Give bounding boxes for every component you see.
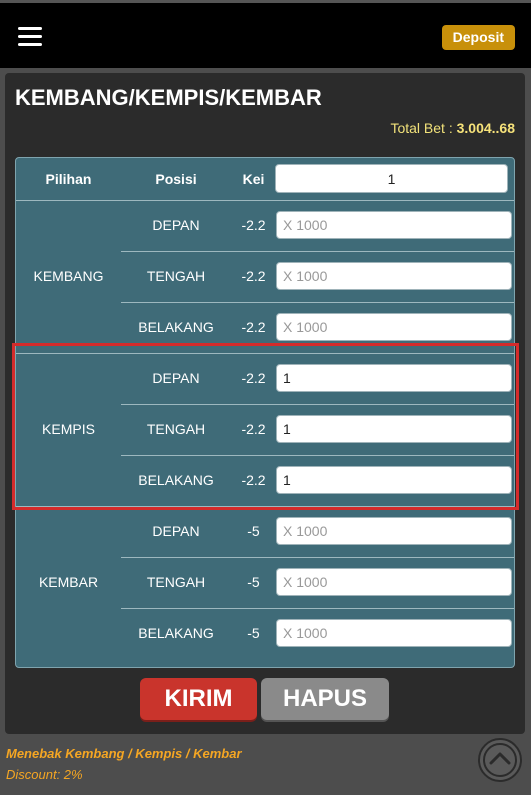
submit-button[interactable]: KIRIM — [140, 678, 257, 720]
kei-value: -2.2 — [241, 370, 266, 386]
bet-row: DEPAN -2.2 — [121, 353, 514, 405]
bet-amount-input[interactable] — [276, 262, 512, 290]
bet-group-kembang: KEMBANG DEPAN -2.2 TENGAH -2.2 BELAKANG -2.2 — [16, 200, 514, 354]
bet-amount-input[interactable] — [276, 466, 512, 494]
table-header: Pilihan Posisi Kei — [16, 158, 514, 201]
kei-value: -2.2 — [241, 472, 266, 488]
kei-value: -2.2 — [241, 319, 266, 335]
kei-value: -5 — [247, 523, 260, 539]
bet-amount-input[interactable] — [276, 568, 512, 596]
bet-amount-input[interactable] — [276, 619, 512, 647]
bet-row: DEPAN -5 — [121, 506, 514, 558]
position-label: TENGAH — [146, 268, 206, 284]
bet-row: BELAKANG -2.2 — [121, 455, 514, 506]
bet-amount-input[interactable] — [276, 517, 512, 545]
game-description: Menebak Kembang / Kempis / Kembar — [6, 746, 242, 761]
top-bar: Deposit — [0, 0, 531, 68]
col-posisi: Posisi — [155, 171, 197, 187]
position-label: BELAKANG — [138, 625, 214, 641]
position-label: TENGAH — [146, 574, 206, 590]
total-bet-label: Total Bet : — [390, 120, 457, 136]
deposit-button[interactable]: Deposit — [441, 25, 515, 50]
col-kei: Kei — [242, 171, 265, 187]
kei-value: -5 — [247, 625, 260, 641]
bet-row: TENGAH -2.2 — [121, 404, 514, 456]
bet-row: BELAKANG -5 — [121, 608, 514, 659]
chevron-up-icon — [483, 743, 517, 777]
group-label: KEMPIS — [42, 421, 95, 437]
multiplier-input[interactable] — [275, 164, 508, 193]
position-label: BELAKANG — [138, 472, 214, 488]
kei-value: -2.2 — [241, 268, 266, 284]
kei-value: -5 — [247, 574, 260, 590]
position-label: DEPAN — [152, 523, 200, 539]
group-label: KEMBAR — [38, 574, 99, 590]
scroll-top-button[interactable] — [478, 738, 522, 782]
position-label: DEPAN — [152, 217, 200, 233]
bet-panel: KEMBANG/KEMPIS/KEMBAR Total Bet : 3.004.… — [5, 73, 525, 734]
hamburger-icon[interactable] — [18, 27, 42, 47]
bet-table: Pilihan Posisi Kei KEMBANGDEPAN-2.2TENGA… — [15, 157, 515, 668]
bet-group-kempis: KEMPIS DEPAN -2.2 TENGAH -2.2 BELAKANG -2.2 — [16, 353, 514, 507]
bet-amount-input[interactable] — [276, 313, 512, 341]
kei-value: -2.2 — [241, 217, 266, 233]
bet-amount-input[interactable] — [276, 415, 512, 443]
kei-value: -2.2 — [241, 421, 266, 437]
position-label: BELAKANG — [138, 319, 214, 335]
total-bet: Total Bet : 3.004..68 — [390, 120, 515, 136]
page-title: KEMBANG/KEMPIS/KEMBAR — [15, 85, 322, 110]
bet-amount-input[interactable] — [276, 211, 512, 239]
bet-row: TENGAH -5 — [121, 557, 514, 609]
discount-text: Discount: 2% — [6, 767, 83, 782]
group-label: KEMBANG — [33, 268, 104, 284]
bet-row: BELAKANG -2.2 — [121, 302, 514, 353]
bet-amount-input[interactable] — [276, 364, 512, 392]
bet-row: DEPAN -2.2 — [121, 200, 514, 252]
total-bet-value: 3.004..68 — [456, 120, 515, 136]
position-label: DEPAN — [152, 370, 200, 386]
clear-button[interactable]: HAPUS — [261, 678, 389, 720]
position-label: TENGAH — [146, 421, 206, 437]
bet-row: TENGAH -2.2 — [121, 251, 514, 303]
col-pilihan: Pilihan — [45, 171, 92, 187]
bet-group-kembar: KEMBAR DEPAN -5 TENGAH -5 BELAKANG -5 — [16, 506, 514, 659]
